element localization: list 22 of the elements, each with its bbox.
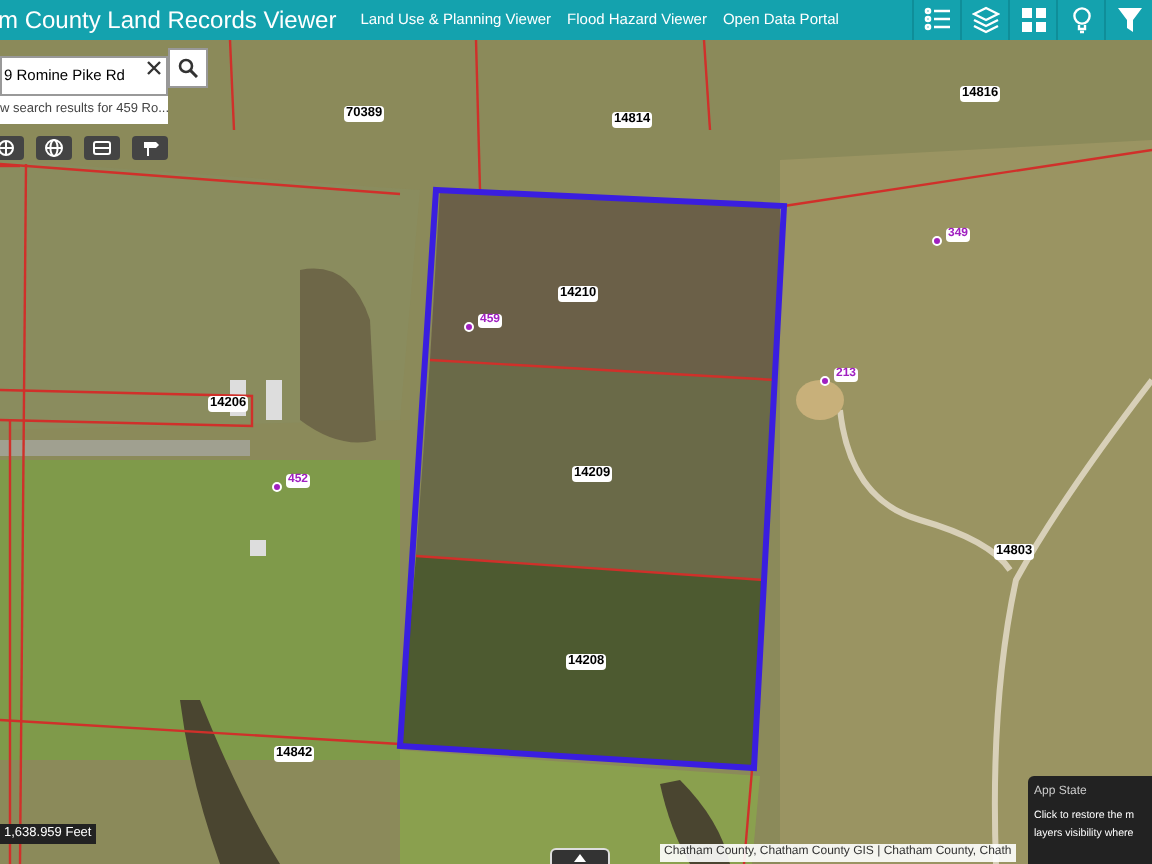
address-point-icon[interactable] bbox=[272, 482, 282, 492]
globe-icon bbox=[44, 138, 64, 158]
list-icon bbox=[923, 6, 951, 34]
parcel-boundary bbox=[228, 40, 236, 131]
grid-icon bbox=[1019, 6, 1047, 34]
address-point-icon[interactable] bbox=[820, 376, 830, 386]
address-point-icon[interactable] bbox=[932, 236, 942, 246]
expand-button[interactable] bbox=[550, 848, 610, 864]
app-title: m County Land Records Viewer bbox=[0, 4, 337, 38]
caret-icon bbox=[574, 853, 586, 861]
lightbulb-icon bbox=[1067, 6, 1095, 34]
layers-icon bbox=[971, 6, 999, 34]
clear-icon bbox=[146, 60, 162, 76]
map-tool-button[interactable] bbox=[132, 136, 168, 160]
address-point-icon[interactable] bbox=[464, 322, 474, 332]
map-tool-button[interactable] bbox=[36, 136, 72, 160]
parcel-boundary bbox=[702, 40, 712, 131]
search-icon bbox=[178, 58, 198, 78]
search-button[interactable] bbox=[168, 48, 208, 88]
signpost-icon bbox=[140, 138, 160, 158]
map-tool-button[interactable] bbox=[84, 136, 120, 160]
filter-icon bbox=[1115, 6, 1143, 34]
